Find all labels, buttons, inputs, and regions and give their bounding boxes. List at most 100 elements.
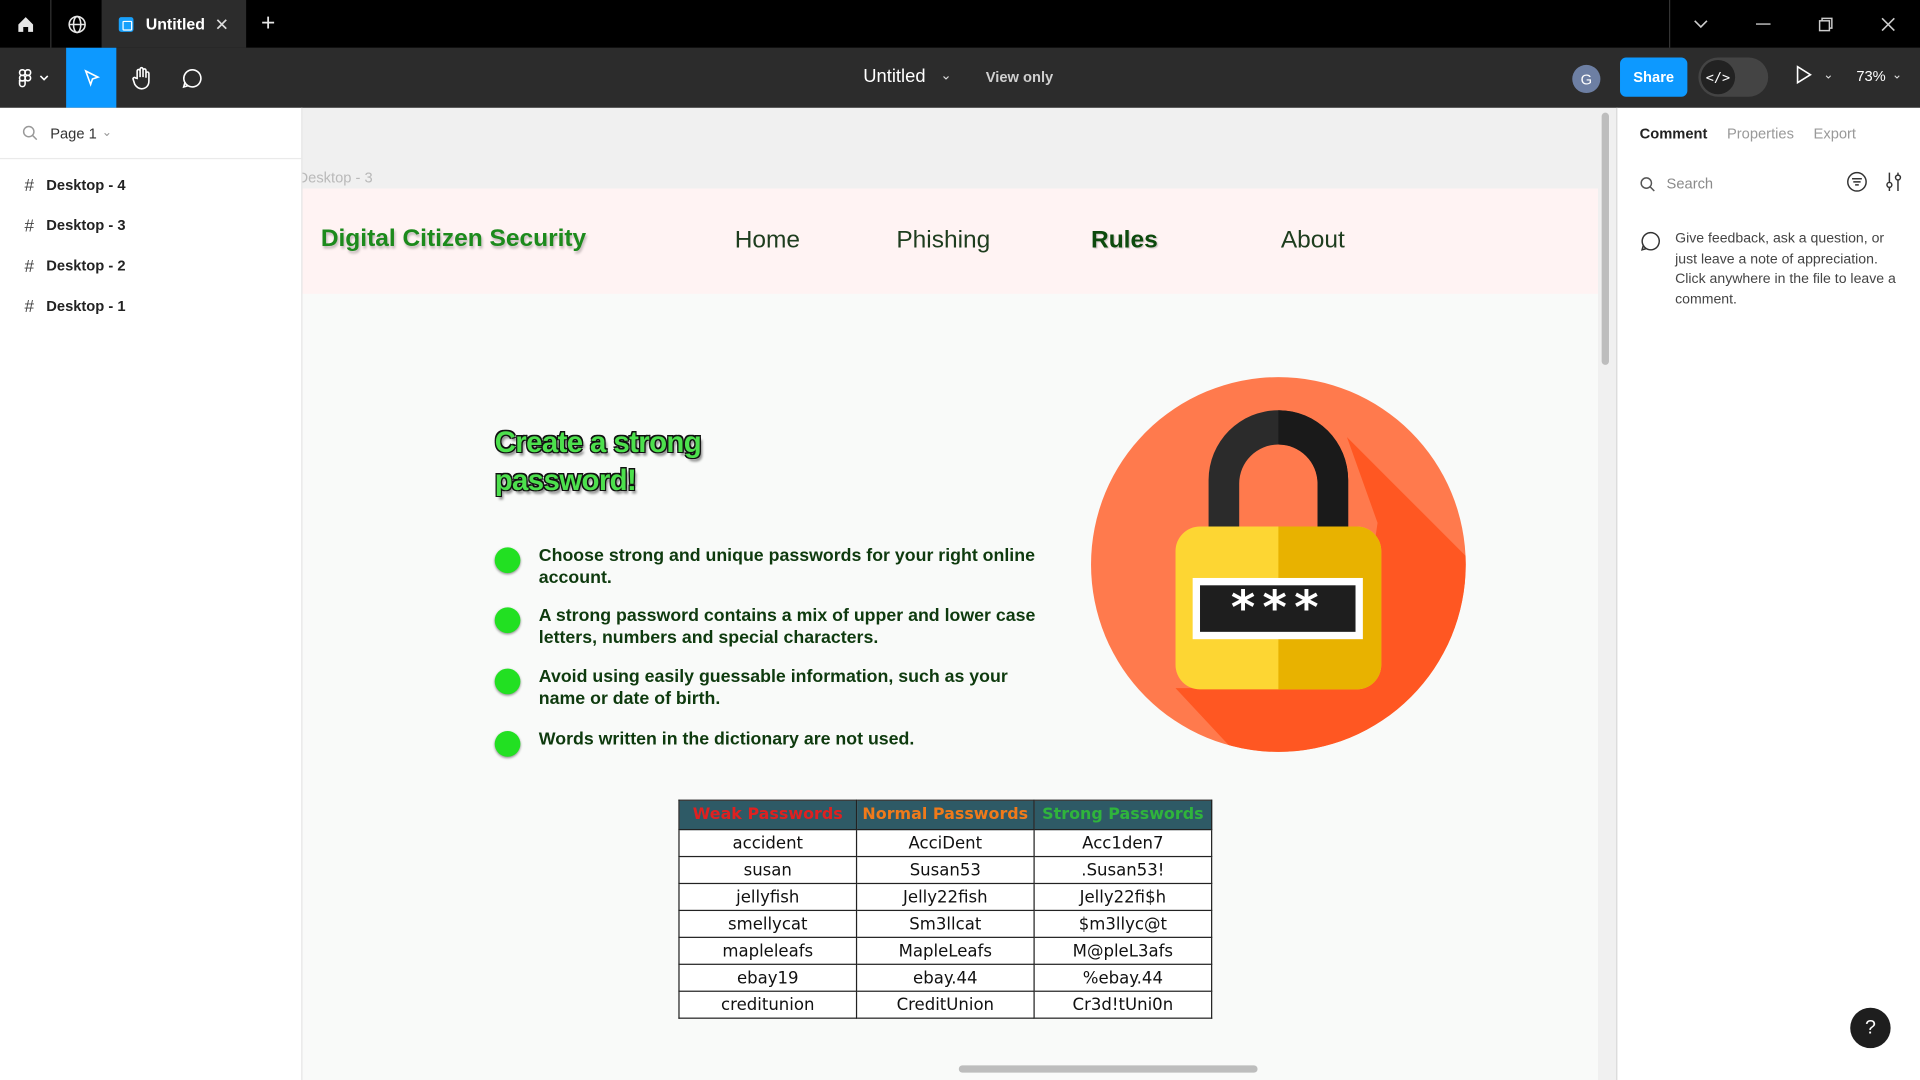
search-icon [1640, 176, 1655, 191]
table-row: jellyfish Jelly22fish Jelly22fi$h [678, 882, 1213, 912]
layer-label: Desktop - 3 [46, 216, 126, 234]
horizontal-scrollbar[interactable] [958, 1065, 1258, 1073]
layers-panel: Page 1 ⌄ # Desktop - 4 # Desktop - 3 # D… [0, 107, 303, 1080]
view-only-badge: View only [985, 68, 1054, 86]
table-cell: accident [678, 828, 858, 858]
home-icon[interactable] [0, 0, 52, 48]
tab-properties[interactable]: Properties [1727, 125, 1794, 142]
hand-tool-button[interactable] [116, 48, 166, 108]
bullet-dot-icon [494, 607, 521, 634]
filter-icon[interactable] [1847, 171, 1868, 192]
panel-tabs: Comment Properties Export [1618, 108, 1920, 159]
layer-label: Desktop - 1 [46, 296, 126, 315]
column-header-normal: Normal Passwords [855, 799, 1035, 831]
layer-desktop-1[interactable]: # Desktop - 1 [0, 285, 301, 325]
move-tool-button[interactable] [66, 47, 117, 108]
table-cell: susan [678, 855, 858, 885]
settings-sliders-icon[interactable] [1885, 171, 1903, 192]
nav-phishing[interactable]: Phishing [896, 227, 990, 255]
bullet-dot-icon [494, 731, 521, 757]
table-cell: Susan53 [855, 855, 1035, 885]
site-brand[interactable]: Digital Citizen Security [321, 225, 586, 253]
table-cell: Jelly22fi$h [1033, 882, 1213, 912]
table-cell: $m3llyc@t [1033, 909, 1213, 938]
frame-label[interactable]: Desktop - 3 [302, 169, 372, 186]
bullet-dot-icon [494, 668, 521, 695]
table-cell: Acc1den7 [1033, 828, 1213, 858]
nav-about[interactable]: About [1281, 227, 1345, 255]
table-cell: ebay.44 [855, 963, 1035, 992]
table-cell: .Susan53! [1033, 855, 1213, 885]
chevron-down-icon[interactable]: ⌄ [1823, 69, 1833, 82]
frame-icon: # [24, 255, 35, 275]
new-tab-button[interactable]: + [246, 0, 290, 48]
tab-untitled[interactable]: Untitled ✕ [102, 0, 247, 48]
chevron-down-icon[interactable]: ⌄ [1892, 69, 1902, 82]
share-button[interactable]: Share [1620, 57, 1688, 97]
table-row: accident AcciDent Acc1den7 [678, 828, 1213, 858]
zoom-level[interactable]: 73% [1856, 67, 1885, 84]
table-cell: AcciDent [855, 828, 1035, 858]
bullet-text: A strong password contains a mix of uppe… [538, 606, 1036, 648]
table-row: ebay19 ebay.44 %ebay.44 [678, 963, 1213, 992]
table-cell: smellycat [678, 909, 858, 938]
page-headline: Create a strong password! [494, 424, 702, 500]
close-window-icon[interactable] [1858, 0, 1919, 48]
frame-icon: # [24, 214, 35, 235]
hand-icon [131, 66, 150, 89]
search-icon[interactable] [22, 125, 38, 141]
layer-desktop-3[interactable]: # Desktop - 3 [0, 204, 301, 244]
comments-panel: Comment Properties Export Search Give fe… [1616, 107, 1920, 1080]
password-table[interactable]: Weak Passwords Normal Passwords Strong P… [678, 799, 1213, 1019]
table-row: smellycat Sm3llcat $m3llyc@t [678, 909, 1213, 938]
nav-rules[interactable]: Rules [1091, 227, 1158, 255]
bullet-text: Words written in the dictionary are not … [538, 729, 915, 750]
close-tab-icon[interactable]: ✕ [215, 15, 229, 36]
table-cell: mapleleafs [678, 936, 858, 965]
column-header-weak: Weak Passwords [678, 799, 858, 831]
dev-mode-toggle[interactable]: </> [1698, 57, 1769, 97]
code-icon: </> [1700, 60, 1736, 95]
table-cell: M@pleL3afs [1033, 936, 1213, 965]
toolbar: Untitled ⌄ View only G Share </> ⌄ 73% ⌄ [0, 47, 1920, 108]
desktop-3-frame[interactable]: Digital Citizen Security Home Phishing R… [302, 188, 1598, 1080]
tab-comment[interactable]: Comment [1640, 125, 1708, 142]
comment-icon [181, 68, 202, 88]
bullet-dot-icon [494, 547, 521, 574]
page-selector[interactable]: Page 1 ⌄ [0, 108, 302, 160]
chevron-down-icon[interactable]: ⌄ [940, 67, 951, 84]
headline-line: password! [494, 464, 637, 498]
search-placeholder: Search [1666, 175, 1714, 193]
table-row: creditunion CreditUnion Cr3d!tUni0n [678, 990, 1213, 1019]
layer-label: Desktop - 4 [46, 175, 126, 193]
help-button[interactable]: ? [1850, 1007, 1891, 1049]
nav-home[interactable]: Home [735, 227, 800, 255]
table-row: mapleleafs MapleLeafs M@pleL3afs [678, 936, 1213, 965]
layer-desktop-2[interactable]: # Desktop - 2 [0, 245, 301, 285]
comment-tool-button[interactable] [167, 48, 217, 108]
padlock-icon: *** [1091, 377, 1466, 752]
table-cell: jellyfish [678, 882, 858, 912]
cursor-icon [83, 68, 100, 87]
vertical-scrollbar[interactable] [1601, 112, 1609, 365]
chevron-down-icon[interactable] [1670, 0, 1731, 48]
restore-icon[interactable] [1795, 0, 1856, 48]
table-cell: Sm3llcat [855, 909, 1035, 938]
frame-icon: # [24, 174, 35, 195]
table-cell: %ebay.44 [1033, 963, 1213, 992]
globe-icon[interactable] [51, 0, 103, 48]
avatar[interactable]: G [1572, 64, 1601, 94]
table-header-row: Weak Passwords Normal Passwords Strong P… [678, 799, 1213, 831]
title-bar: Untitled ✕ + [0, 0, 1920, 48]
main-menu-button[interactable] [7, 48, 58, 108]
design-canvas[interactable]: Desktop - 3 Digital Citizen Security Hom… [302, 107, 1617, 1080]
minimize-icon[interactable] [1733, 0, 1794, 48]
layer-desktop-4[interactable]: # Desktop - 4 [0, 164, 301, 204]
play-icon[interactable] [1795, 65, 1812, 88]
comment-hint-text: Give feedback, ask a question, or just l… [1675, 231, 1896, 307]
document-title[interactable]: Untitled [863, 66, 925, 87]
chevron-down-icon: ⌄ [101, 126, 112, 140]
column-header-strong: Strong Passwords [1033, 799, 1213, 831]
site-navbar: Digital Citizen Security Home Phishing R… [302, 188, 1598, 294]
tab-export[interactable]: Export [1814, 125, 1856, 142]
